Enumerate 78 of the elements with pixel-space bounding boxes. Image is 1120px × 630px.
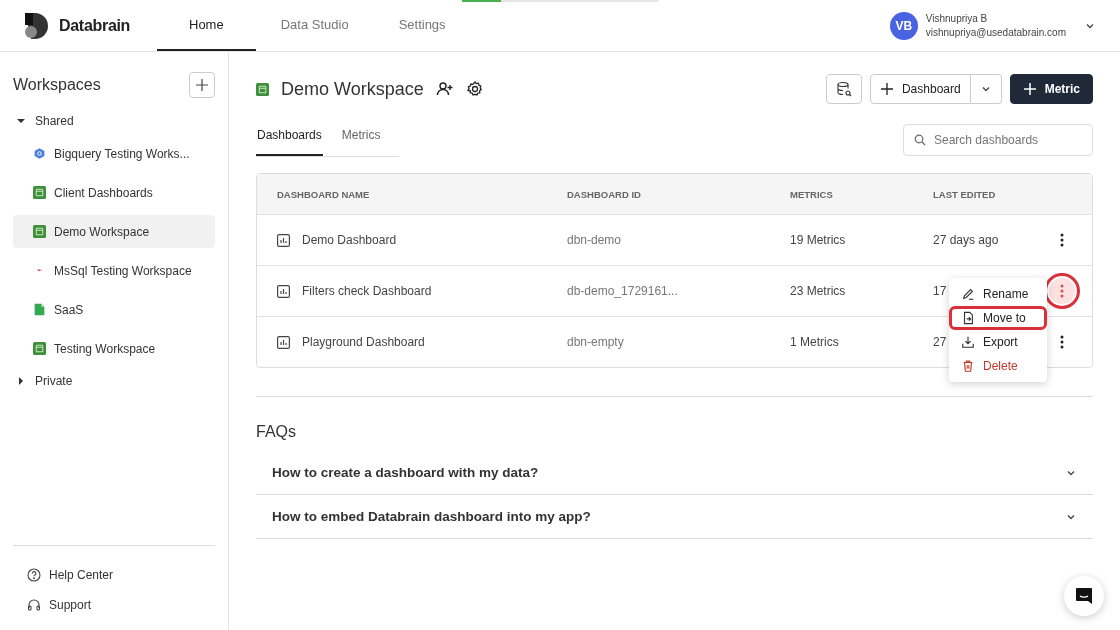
help-icon bbox=[27, 568, 41, 582]
menu-item[interactable]: Delete bbox=[949, 354, 1047, 378]
faq-title: FAQs bbox=[256, 423, 297, 441]
help-link[interactable]: Help Center bbox=[13, 560, 128, 590]
workspace-item[interactable]: SaaS bbox=[13, 293, 215, 326]
data-button[interactable] bbox=[825, 74, 862, 104]
new-metric-button[interactable]: Metric bbox=[1009, 74, 1093, 104]
table-cell: 19 Metrics bbox=[790, 233, 846, 247]
table-cell: db-demo_1729161... bbox=[567, 284, 678, 298]
nav-tab[interactable]: Home bbox=[157, 0, 256, 51]
table-cell: 17 bbox=[933, 284, 947, 298]
column-header: METRICS bbox=[790, 188, 833, 200]
more-icon bbox=[1060, 233, 1064, 247]
file-arrow-icon bbox=[961, 311, 975, 325]
table-cell: dbn-demo bbox=[567, 233, 622, 247]
caret-icon bbox=[17, 117, 25, 125]
new-dashboard-button[interactable]: Dashboard bbox=[869, 74, 971, 104]
user-name: Vishnupriya B bbox=[925, 11, 989, 26]
plus-icon bbox=[195, 78, 209, 92]
faq-item[interactable]: How to embed Databrain dashboard into my app? bbox=[256, 495, 1093, 539]
nav-tab[interactable]: Settings bbox=[373, 0, 471, 51]
trash-icon bbox=[961, 359, 975, 373]
plus-icon bbox=[1022, 82, 1037, 96]
chart-icon bbox=[277, 284, 290, 298]
logo-icon bbox=[25, 12, 51, 39]
more-icon bbox=[1060, 284, 1064, 298]
database-icon bbox=[256, 82, 269, 96]
workspace-item[interactable]: Demo Workspace bbox=[13, 215, 215, 248]
tab[interactable]: Metrics bbox=[340, 122, 382, 156]
column-header: LAST EDITED bbox=[933, 188, 996, 200]
menu-item[interactable]: Move to bbox=[949, 306, 1047, 330]
dashboard-name[interactable]: Demo Dashboard bbox=[302, 233, 397, 247]
brand-name: Databrain bbox=[59, 16, 131, 35]
table-cell: dbn-empty bbox=[567, 335, 624, 349]
column-header: DASHBOARD NAME bbox=[277, 188, 370, 200]
tab[interactable]: Dashboards bbox=[256, 122, 323, 156]
dashboard-name[interactable]: Playground Dashboard bbox=[302, 335, 425, 349]
workspace-item[interactable]: Client Dashboards bbox=[13, 176, 215, 209]
settings-icon[interactable] bbox=[465, 80, 484, 98]
chart-icon bbox=[277, 233, 290, 247]
chat-button[interactable] bbox=[1064, 576, 1104, 616]
add-workspace-button[interactable] bbox=[189, 72, 215, 98]
sidebar-title: Workspaces bbox=[13, 76, 101, 94]
database-icon bbox=[33, 225, 46, 238]
table-cell: 1 Metrics bbox=[790, 335, 839, 349]
headphones-icon bbox=[27, 598, 41, 612]
hexagon-icon bbox=[33, 147, 46, 160]
dashboard-name[interactable]: Filters check Dashboard bbox=[302, 284, 432, 298]
more-icon bbox=[1060, 335, 1064, 349]
search-field[interactable]: Search dashboards bbox=[903, 123, 1093, 156]
chart-icon bbox=[277, 335, 290, 349]
plus-icon bbox=[879, 82, 894, 96]
caret-icon bbox=[17, 377, 25, 385]
column-header: DASHBOARD ID bbox=[567, 188, 641, 200]
menu-item[interactable]: Export bbox=[949, 330, 1047, 354]
workspace-item[interactable]: Testing Workspace bbox=[13, 332, 215, 365]
support-link[interactable]: Support bbox=[13, 590, 106, 620]
add-user-icon[interactable] bbox=[435, 80, 454, 98]
table-cell: 23 Metrics bbox=[790, 284, 846, 298]
table-cell: 27 days ago bbox=[933, 233, 999, 247]
nav-tab[interactable]: Data Studio bbox=[255, 0, 374, 51]
workspace-item[interactable]: MsSql Testing Workspace bbox=[13, 254, 215, 287]
chat-icon bbox=[1074, 586, 1094, 606]
user-avatar[interactable]: VB bbox=[889, 11, 918, 40]
workspace-title: Demo Workspace bbox=[281, 78, 424, 100]
user-email: vishnupriya@usedatabrain.com bbox=[925, 25, 1066, 40]
pencil-icon bbox=[961, 287, 975, 301]
tree-group[interactable]: Private bbox=[13, 368, 215, 394]
database-icon bbox=[33, 186, 46, 199]
download-icon bbox=[961, 335, 975, 349]
table-cell: 27 bbox=[933, 335, 947, 349]
database-search-icon bbox=[835, 81, 852, 97]
menu-item[interactable]: Rename bbox=[949, 282, 1047, 306]
faq-item[interactable]: How to create a dashboard with my data? bbox=[256, 451, 1093, 495]
workspace-item[interactable]: Bigquery Testing Works... bbox=[13, 137, 215, 170]
database-icon bbox=[33, 342, 46, 355]
tree-group[interactable]: Shared bbox=[13, 108, 215, 134]
file-icon bbox=[33, 303, 46, 316]
